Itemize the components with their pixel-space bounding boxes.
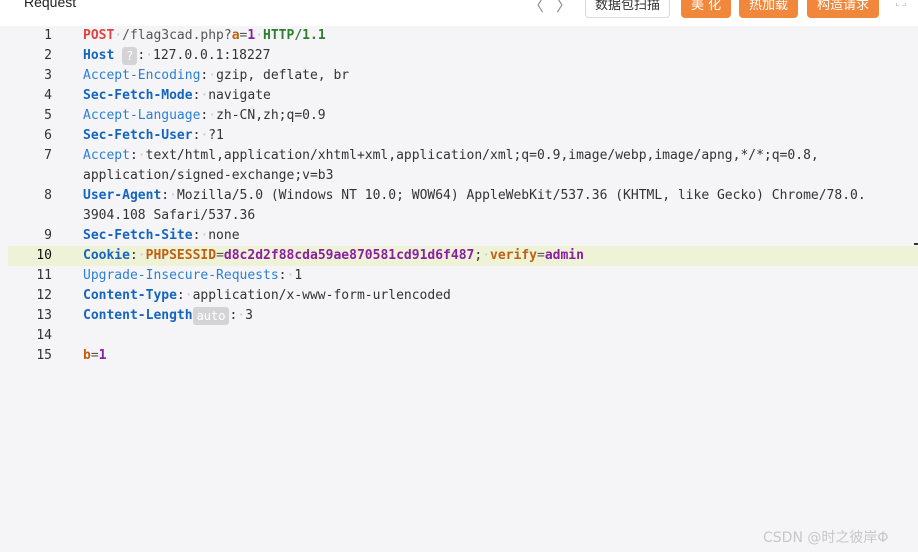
header-key: Upgrade-Insecure-Requests bbox=[83, 268, 279, 283]
header-value: navigate bbox=[208, 88, 271, 103]
beautify-button[interactable]: 美 化 bbox=[681, 0, 732, 18]
header-value-continued: application/signed-exchange;v=b3 bbox=[83, 168, 334, 183]
request-path: /flag3cad.php? bbox=[122, 28, 232, 43]
header-key: Cookie bbox=[83, 248, 130, 263]
header-value: ?1 bbox=[208, 128, 224, 143]
header-value: 127.0.0.1:18227 bbox=[153, 48, 271, 63]
expand-icon[interactable]: ⛶ bbox=[896, 0, 906, 10]
code-line: 15 b=1 bbox=[8, 346, 918, 366]
header-value: 3 bbox=[245, 308, 253, 323]
line-number: 9 bbox=[44, 228, 52, 243]
host-badge[interactable]: ? bbox=[122, 46, 138, 65]
code-line: 11 Upgrade-Insecure-Requests:·1 bbox=[8, 266, 918, 286]
hot-load-button[interactable]: 热加载 bbox=[739, 0, 799, 18]
request-panel-header: Request 〈 〉 数据包扫描 美 化 热加载 构造请求 ⛶ bbox=[0, 0, 918, 26]
header-key: Accept-Encoding bbox=[83, 68, 201, 83]
header-key: User-Agent bbox=[83, 188, 162, 203]
header-value: application/x-www-form-urlencoded bbox=[192, 288, 451, 303]
code-line-active: 10 Cookie:·PHPSESSID=d8c2d2f88cda59ae870… bbox=[8, 246, 918, 266]
line-number: 7 bbox=[44, 148, 52, 163]
line-number: 11 bbox=[36, 268, 52, 283]
header-value: text/html,application/xhtml+xml,applicat… bbox=[145, 148, 819, 163]
line-number: 3 bbox=[44, 68, 52, 83]
line-number: 15 bbox=[36, 348, 52, 363]
header-key: Content-Type bbox=[83, 288, 177, 303]
code-line: 5 Accept-Language:·zh-CN,zh;q=0.9 bbox=[8, 106, 918, 126]
code-line: 3 Accept-Encoding:·gzip, deflate, br bbox=[8, 66, 918, 86]
header-key: Accept-Language bbox=[83, 108, 201, 123]
code-line: 13 Content-Length auto:·3 bbox=[8, 306, 918, 326]
header-key: Accept bbox=[83, 148, 130, 163]
header-key: Sec-Fetch-Mode bbox=[83, 88, 193, 103]
code-line: 2 Host ?:·127.0.0.1:18227 bbox=[8, 46, 918, 66]
header-value: gzip, deflate, br bbox=[216, 68, 350, 83]
body-param-value: 1 bbox=[98, 348, 107, 363]
line-number: 1 bbox=[44, 28, 52, 43]
line-number: 10 bbox=[36, 248, 52, 263]
code-line: 4 Sec-Fetch-Mode:·navigate bbox=[8, 86, 918, 106]
packet-scan-button[interactable]: 数据包扫描 bbox=[585, 0, 671, 18]
header-key: Content-Length bbox=[83, 308, 193, 323]
line-number: 13 bbox=[36, 308, 52, 323]
header-key: Host bbox=[83, 48, 115, 63]
code-line: 14 bbox=[8, 326, 918, 346]
http-version: HTTP/1.1 bbox=[263, 28, 326, 43]
cookie-key: verify bbox=[490, 248, 537, 263]
chevron-left-icon[interactable]: 〈 bbox=[528, 0, 544, 16]
code-line: 1 POST·/flag3cad.php?a=1·HTTP/1.1 bbox=[8, 26, 918, 46]
request-editor[interactable]: 1 POST·/flag3cad.php?a=1·HTTP/1.1 2 Host… bbox=[8, 26, 918, 552]
line-number: 14 bbox=[36, 328, 52, 343]
build-request-button[interactable]: 构造请求 bbox=[807, 0, 880, 18]
http-method: POST bbox=[83, 28, 115, 43]
code-line: 9 Sec-Fetch-Site:·none bbox=[8, 226, 918, 246]
header-key: Sec-Fetch-User bbox=[83, 128, 193, 143]
header-value: zh-CN,zh;q=0.9 bbox=[216, 108, 326, 123]
header-value: 1 bbox=[294, 268, 303, 283]
code-line: 7 Accept:·text/html,application/xhtml+xm… bbox=[8, 146, 918, 186]
auto-badge[interactable]: auto bbox=[192, 306, 230, 325]
header-value: Mozilla/5.0 (Windows NT 10.0; WOW64) App… bbox=[176, 188, 866, 203]
line-number: 5 bbox=[44, 108, 52, 123]
cookie-key: PHPSESSID bbox=[145, 248, 217, 263]
code-line: 8 User-Agent:·Mozilla/5.0 (Windows NT 10… bbox=[8, 186, 918, 226]
line-number: 6 bbox=[44, 128, 52, 143]
line-number: 8 bbox=[44, 188, 52, 203]
header-value-continued: 3904.108 Safari/537.36 bbox=[83, 208, 256, 223]
header-key: Sec-Fetch-Site bbox=[83, 228, 193, 243]
header-value: none bbox=[208, 228, 240, 243]
line-number: 4 bbox=[44, 88, 52, 103]
query-param-key: a bbox=[231, 28, 240, 43]
line-number: 12 bbox=[36, 288, 52, 303]
chevron-right-icon[interactable]: 〉 bbox=[556, 0, 572, 16]
code-line: 6 Sec-Fetch-User:·?1 bbox=[8, 126, 918, 146]
body-param-key: b bbox=[83, 348, 91, 363]
cookie-value: admin bbox=[544, 248, 584, 263]
panel-title: Request bbox=[24, 0, 77, 10]
text-cursor bbox=[914, 243, 918, 245]
watermark: CSDN @时之彼岸Φ bbox=[763, 530, 889, 546]
cookie-value: d8c2d2f88cda59ae870581cd91d6f487 bbox=[223, 248, 475, 263]
line-number: 2 bbox=[44, 48, 52, 63]
code-line: 12 Content-Type:·application/x-www-form-… bbox=[8, 286, 918, 306]
